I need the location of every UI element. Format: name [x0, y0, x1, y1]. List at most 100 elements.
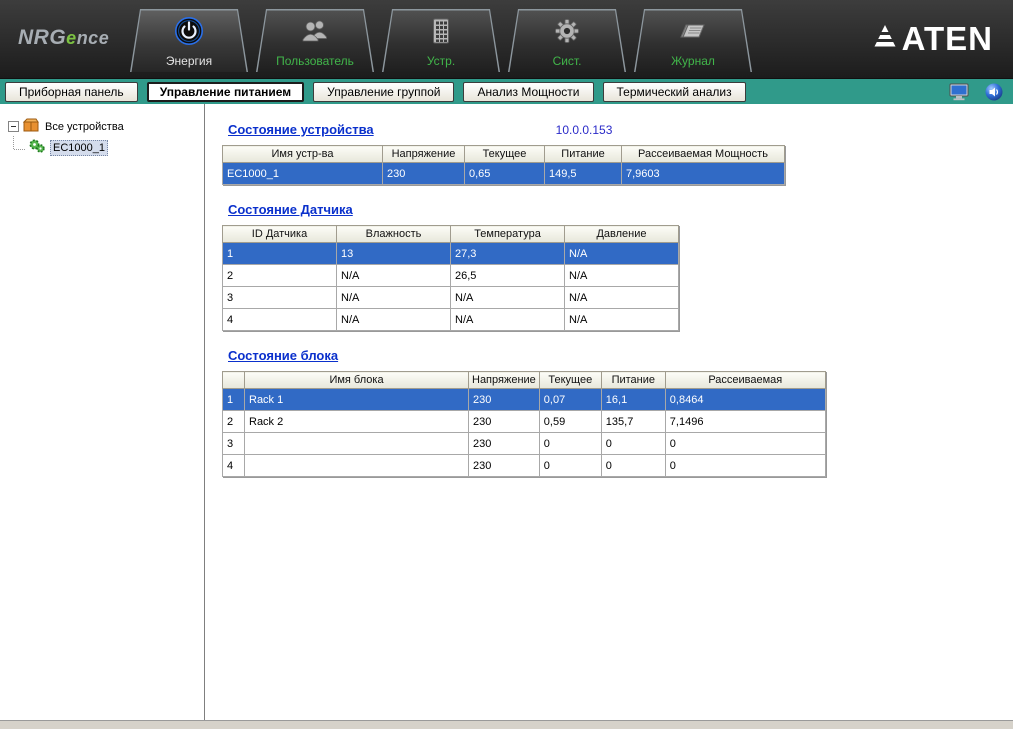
- header-row: Имя блока Напряжение Текущее Питание Рассеив…: [222, 371, 826, 389]
- users-icon: [300, 16, 330, 51]
- column-header: Давление: [564, 225, 679, 243]
- nrgence-logo: NRGence: [18, 26, 109, 50]
- table-cell: 0: [600, 432, 666, 455]
- tree-item-all-devices[interactable]: Все устройства: [0, 116, 204, 137]
- tab-label: Устр.: [426, 54, 456, 68]
- table-cell: N/A: [450, 286, 565, 309]
- tree-label-all-devices[interactable]: Все устройства: [43, 120, 126, 134]
- tab-energy[interactable]: Энергия: [130, 9, 248, 72]
- table-cell: 0: [538, 454, 602, 477]
- table-cell: 135,7: [600, 410, 666, 433]
- table-cell: Rack 2: [244, 410, 469, 433]
- sensor-status-table[interactable]: ID Датчика Влажность Температура Давление 1 1…: [222, 225, 679, 331]
- tree-connector: [13, 136, 14, 149]
- table-row[interactable]: 1 Rack 1 230 0,07 16,1 0,8464: [222, 388, 826, 411]
- table-cell: 230: [468, 388, 540, 411]
- table-row[interactable]: 1 13 27,3 N/A: [222, 242, 679, 265]
- table-cell: 16,1: [600, 388, 666, 411]
- header-row: ID Датчика Влажность Температура Давление: [222, 225, 679, 243]
- subnav-dashboard-button[interactable]: Приборная панель: [5, 81, 138, 102]
- table-cell: [244, 432, 469, 455]
- tab-system[interactable]: Сист.: [508, 9, 626, 72]
- tab-user[interactable]: Пользователь: [256, 9, 374, 72]
- column-header: Напряжение: [382, 145, 465, 163]
- column-header: Питание: [600, 371, 666, 389]
- table-cell: 1: [222, 388, 245, 411]
- devices-icon: [426, 16, 456, 51]
- table-cell: N/A: [564, 264, 679, 287]
- box-icon: [22, 118, 39, 135]
- table-row[interactable]: 3 230 0 0 0: [222, 432, 826, 455]
- table-cell: 0,59: [538, 410, 602, 433]
- tree-item-ec1000[interactable]: EC1000_1: [0, 137, 204, 158]
- table-cell: N/A: [336, 264, 451, 287]
- table-cell: 3: [222, 286, 337, 309]
- tab-label: Журнал: [671, 54, 715, 68]
- table-cell: 0: [538, 432, 602, 455]
- tab-label: Пользователь: [276, 54, 354, 68]
- table-cell: 0,07: [538, 388, 602, 411]
- table-cell: 26,5: [450, 264, 565, 287]
- monitor-icon[interactable]: [949, 83, 969, 101]
- table-cell: 0: [600, 454, 666, 477]
- table-cell: 1: [222, 242, 337, 265]
- table-row[interactable]: 4 230 0 0 0: [222, 454, 826, 477]
- main-body: Все устройства EC1000_1 Состояние устрой…: [0, 104, 1013, 720]
- column-header: Рассеиваемая Мощность: [621, 145, 785, 163]
- table-row[interactable]: 2 Rack 2 230 0,59 135,7 7,1496: [222, 410, 826, 433]
- tree-label-ec1000[interactable]: EC1000_1: [50, 139, 108, 156]
- table-cell: 2: [222, 264, 337, 287]
- subnav-thermal-analysis-button[interactable]: Термический анализ: [602, 81, 746, 102]
- table-cell: 7,1496: [664, 410, 826, 433]
- tab-devices[interactable]: Устр.: [382, 9, 500, 72]
- table-cell: 4: [222, 308, 337, 331]
- subnav-power-analysis-button[interactable]: Анализ Мощности: [463, 81, 594, 102]
- table-cell: 13: [336, 242, 451, 265]
- table-cell: 0,8464: [664, 388, 826, 411]
- header-row: Имя устр-ва Напряжение Текущее Питание Рассе…: [222, 145, 785, 163]
- power-icon: [174, 16, 204, 51]
- column-header: Влажность: [336, 225, 451, 243]
- table-cell: [244, 454, 469, 477]
- app-window: NRGence Энергия Пользователь Устр. Сист.…: [0, 0, 1013, 729]
- device-status-title: Состояние устройства: [228, 122, 374, 137]
- table-cell: 0: [664, 454, 826, 477]
- table-cell: N/A: [450, 308, 565, 331]
- table-cell: 0,65: [464, 162, 545, 185]
- table-row[interactable]: 3 N/A N/A N/A: [222, 286, 679, 309]
- tab-label: Энергия: [165, 54, 213, 68]
- content-panel: Состояние устройства 10.0.0.153 Имя устр…: [205, 104, 1013, 720]
- table-row[interactable]: EC1000_1 230 0,65 149,5 7,9603: [222, 162, 785, 185]
- column-header: Температура: [450, 225, 565, 243]
- column-header: Текущее: [464, 145, 545, 163]
- table-cell: 4: [222, 454, 245, 477]
- table-cell: 230: [468, 410, 540, 433]
- horizontal-scrollbar[interactable]: [0, 720, 1013, 729]
- tab-log[interactable]: Журнал: [634, 9, 752, 72]
- subnav-power-management-button[interactable]: Управление питанием: [146, 81, 305, 102]
- journal-icon: [678, 16, 708, 51]
- logo-nce: nce: [76, 28, 110, 48]
- table-cell: 0: [664, 432, 826, 455]
- device-status-table[interactable]: Имя устр-ва Напряжение Текущее Питание Рассе…: [222, 145, 785, 185]
- logo-nrg: NRG: [18, 26, 67, 49]
- table-cell: N/A: [564, 286, 679, 309]
- aten-triangle-icon: [874, 25, 896, 47]
- table-cell: 230: [468, 432, 540, 455]
- device-tree-panel: Все устройства EC1000_1: [0, 104, 205, 720]
- table-row[interactable]: 4 N/A N/A N/A: [222, 308, 679, 331]
- table-cell: Rack 1: [244, 388, 469, 411]
- subnav-bar: Приборная панель Управление питанием Упр…: [0, 78, 1013, 104]
- subnav-group-management-button[interactable]: Управление группой: [313, 81, 455, 102]
- system-gear-icon: [552, 16, 582, 51]
- logo-e: e: [66, 28, 77, 48]
- table-row[interactable]: 2 N/A 26,5 N/A: [222, 264, 679, 287]
- aten-brand-text: ATEN: [901, 20, 993, 57]
- table-cell: 149,5: [544, 162, 622, 185]
- speaker-icon[interactable]: [985, 83, 1003, 101]
- tree-expander-icon[interactable]: [8, 121, 19, 132]
- column-header: Имя устр-ва: [222, 145, 383, 163]
- bank-status-table[interactable]: Имя блока Напряжение Текущее Питание Рассеив…: [222, 371, 826, 477]
- column-header: Имя блока: [244, 371, 469, 389]
- table-cell: 230: [382, 162, 465, 185]
